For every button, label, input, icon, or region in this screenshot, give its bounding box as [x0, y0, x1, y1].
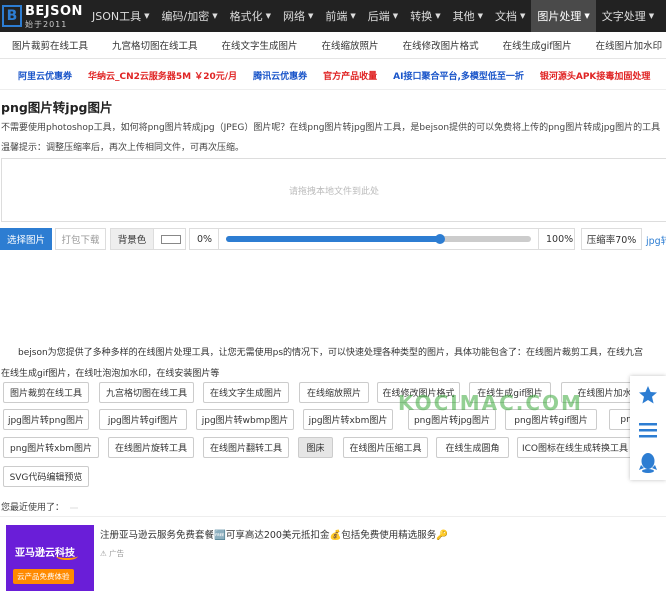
nav-item[interactable]: 网络 ▼ — [277, 0, 319, 32]
promo-link[interactable]: 银河源头APK接毒加固处理 — [540, 69, 651, 82]
nav-item-label: 格式化 — [229, 10, 263, 23]
sub-navbar: 图片裁剪在线工具 九宫格切图在线工具 在线文字生成图片 在线缩放照片 在线修改图片格式在… — [0, 32, 666, 59]
top-navbar: B BEJSON 始于2011 JSON工具 ▼ 编码/加密 ▼ 格式化 ▼ 网络 ▼ 前端 ▼ 后… — [0, 0, 666, 32]
logo-tagline: 始于2011 — [25, 19, 68, 29]
nav-item-label: 网络 — [283, 10, 306, 23]
caret-down-icon: ▼ — [435, 12, 441, 20]
nav-item-label: 图片处理 — [537, 10, 582, 23]
compression-slider: 0% 100% — [189, 228, 575, 250]
tool-link-button[interactable]: jpg图片转wbmp图片 — [196, 409, 294, 430]
nav-item[interactable]: 前端 ▼ — [319, 0, 361, 32]
subnav-link[interactable]: 在线修改图片格式 — [391, 38, 491, 52]
nav-item[interactable]: JSON工具 ▼ — [86, 0, 156, 32]
caret-down-icon: ▼ — [144, 12, 150, 20]
nav-item-label: 其他 — [452, 10, 475, 23]
promo-link[interactable]: AI接口聚合平台,多模型低至一折 — [393, 69, 524, 82]
promo-link[interactable]: 官方产品收量 — [323, 69, 377, 82]
subnav-link[interactable]: 在线图片加水印 — [584, 38, 666, 52]
nav-item-label: 文档 — [494, 10, 517, 23]
promo-link[interactable]: 华纳云_CN2云服务器5M ￥20元/月 — [88, 69, 237, 82]
nav-item-label: 转换 — [410, 10, 433, 23]
tool-link-button[interactable]: SVG代码编辑预览 — [3, 466, 89, 487]
slider-min-label: 0% — [190, 229, 219, 249]
tool-link-button[interactable]: jpg图片转xbm图片 — [303, 409, 393, 430]
ad-banner[interactable]: 亚马逊云科技 云产品免费体验 注册亚马逊云服务免费套餐🆓可享高达200美元抵扣金… — [0, 516, 666, 598]
caret-down-icon: ▼ — [392, 12, 399, 20]
nav-item[interactable]: 后端 ▼ — [362, 0, 404, 32]
subnav-link[interactable]: 在线文字生成图片 — [210, 38, 310, 52]
page-description: 不需要使用photoshop工具，如何将png图片转成jpg（JPEG）图片呢？… — [1, 123, 661, 133]
slider-track[interactable] — [226, 229, 531, 249]
ad-image[interactable]: 亚马逊云科技 云产品免费体验 — [6, 525, 94, 591]
tool-link-button[interactable]: png图片转xbm图片 — [3, 437, 99, 458]
nav-item-label: 编码/加密 — [161, 10, 210, 23]
tool-link-button[interactable]: jpg图片转gif图片 — [99, 409, 187, 430]
logo[interactable]: B BEJSON 始于2011 — [0, 0, 86, 32]
caret-down-icon: ▼ — [648, 12, 655, 20]
intro-text: bejson为您提供了多种多样的在线图片处理工具，让您无需使用ps的情况下，可以… — [18, 348, 644, 358]
bg-color-picker[interactable] — [153, 228, 186, 250]
nav-item[interactable]: 文字处理 ▼ — [596, 0, 660, 32]
floating-toolbar — [630, 376, 666, 480]
jpg-convert-link[interactable]: jpg转 — [646, 233, 666, 247]
toolbar: 选择图片 打包下载 背景色 0% 100% 压缩率70% jpg转 — [0, 228, 666, 250]
subnav-link[interactable]: 九宫格切图在线工具 — [100, 38, 210, 52]
tool-link-button[interactable]: 在线图片翻转工具 — [203, 437, 289, 458]
logo-text: BEJSON — [25, 3, 83, 19]
nav-item-label: 后端 — [367, 10, 390, 23]
intro-text-2: 在线生成gif图片，在线吐泡泡加水印，在线安装图片等 — [1, 369, 220, 379]
tool-link-button[interactable]: 在线图片旋转工具 — [108, 437, 194, 458]
caret-down-icon: ▼ — [519, 12, 526, 20]
slider-handle[interactable] — [434, 234, 445, 244]
tool-link-button[interactable]: 在线文字生成图片 — [203, 382, 289, 403]
tool-link-button[interactable]: 九宫格切图在线工具 — [99, 382, 194, 403]
tool-link-button[interactable]: 图片裁剪在线工具 — [3, 382, 89, 403]
watermark: KOCIMAC.COM — [398, 391, 583, 415]
subnav-link[interactable]: 在线缩放照片 — [310, 38, 391, 52]
tool-link-button[interactable]: 在线生成圆角 — [436, 437, 509, 458]
ad-title[interactable]: 注册亚马逊云服务免费套餐🆓可享高达200美元抵扣金💰包括免费使用精选服务🔑 — [100, 527, 448, 541]
subnav-link[interactable]: 在线生成gif图片 — [491, 38, 584, 52]
promo-link[interactable]: 阿里云优惠券 — [18, 69, 72, 82]
caret-down-icon: ▼ — [308, 12, 314, 20]
caret-down-icon: ▼ — [350, 12, 356, 20]
nav-item[interactable]: 格式化 ▼ — [224, 0, 277, 32]
compression-ratio-label: 压缩率70% — [581, 228, 642, 250]
nav-item-label: JSON工具 — [92, 10, 142, 23]
star-icon[interactable] — [630, 378, 666, 412]
nav-item[interactable]: 其他 ▼ — [447, 0, 489, 32]
nav-item[interactable]: 转换 ▼ — [404, 0, 446, 32]
caret-down-icon: ▼ — [212, 12, 218, 20]
slider-max-label: 100% — [538, 229, 574, 249]
promo-link[interactable]: 腾讯云优惠券 — [253, 69, 307, 82]
nav-item[interactable]: 文档 ▼ — [489, 0, 531, 32]
caret-down-icon: ▼ — [265, 12, 272, 20]
tool-link-button[interactable]: jpg图片转png图片 — [3, 409, 89, 430]
nav-item[interactable]: 图片处理 ▼ — [531, 0, 596, 32]
ad-label: ⚠ 广告 — [100, 549, 125, 558]
download-zip-button[interactable]: 打包下载 — [55, 228, 106, 250]
dropzone-hint: 请拖拽本地文件到此处 — [288, 186, 379, 197]
ad-image-subtitle: 云产品免费体验 — [13, 569, 74, 584]
file-dropzone[interactable]: 请拖拽本地文件到此处 — [1, 158, 666, 222]
tool-link-button[interactable]: 在线缩放照片 — [299, 382, 369, 403]
tool-link-button[interactable]: 在线图片压缩工具 — [343, 437, 428, 458]
nav-item-label: 前端 — [325, 10, 348, 23]
recent-used: 您最近使用了： — [1, 500, 79, 513]
select-image-button[interactable]: 选择图片 — [0, 228, 52, 250]
promo-bar: 阿里云优惠券 华纳云_CN2云服务器5M ￥20元/月 腾讯云优惠券 官方产品收量 AI… — [0, 62, 666, 90]
page-title: png图片转jpg图片 — [1, 100, 113, 115]
tip-text: 温馨提示：调整压缩率后，再次上传相同文件，可再次压缩。 — [1, 143, 245, 153]
logo-mark: B — [2, 5, 22, 27]
caret-down-icon: ▼ — [477, 12, 483, 20]
qq-icon[interactable] — [630, 446, 666, 480]
caret-down-icon: ▼ — [584, 12, 590, 20]
tool-link-button[interactable]: ICO图标在线生成转换工具 — [517, 437, 633, 458]
menu-icon[interactable] — [630, 413, 666, 447]
nav-item-label: 文字处理 — [601, 10, 646, 23]
tool-link-button[interactable]: 图床 — [298, 437, 333, 458]
subnav-link[interactable]: 图片裁剪在线工具 — [0, 38, 100, 52]
bg-color-label: 背景色 — [110, 228, 154, 250]
nav-item[interactable]: 编码/加密 ▼ — [156, 0, 224, 32]
